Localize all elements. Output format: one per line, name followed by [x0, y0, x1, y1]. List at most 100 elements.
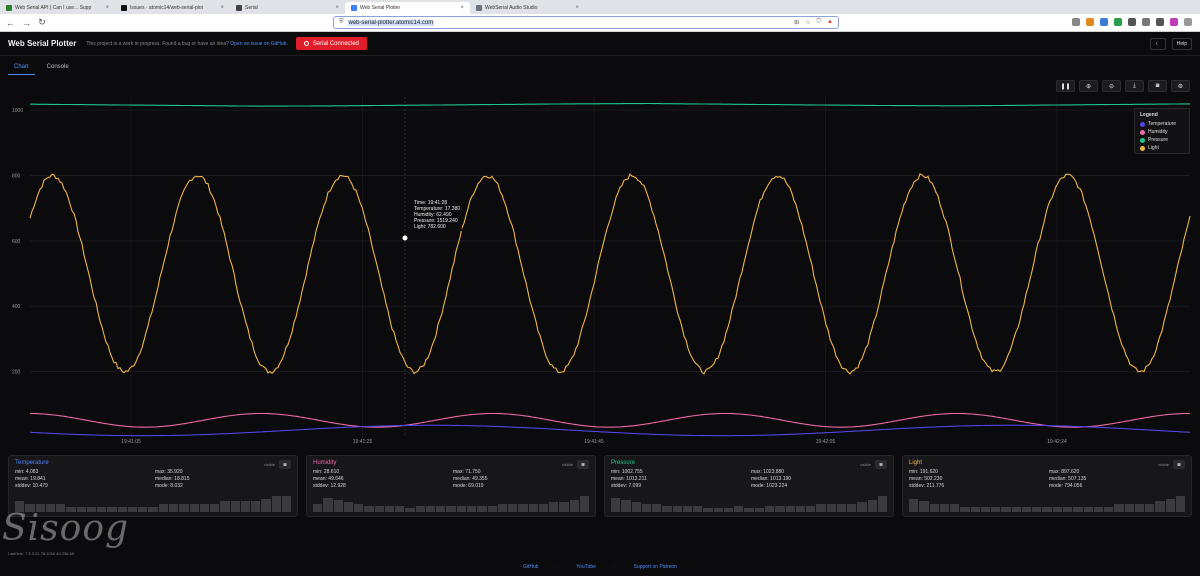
- menu-icon[interactable]: [1184, 18, 1192, 26]
- legend-item[interactable]: Humidity: [1140, 128, 1184, 136]
- histogram-bar: [384, 506, 395, 512]
- histogram-bar: [1021, 506, 1032, 512]
- histogram-bar: [847, 504, 857, 512]
- pause-icon[interactable]: ❚❚: [1056, 80, 1075, 92]
- histogram-bar: [323, 498, 333, 512]
- card-title: Humidity: [313, 460, 337, 466]
- stats-cards: Temperature visible ◙ min: 4.083 max: 35.9…: [8, 455, 1192, 517]
- histogram-bar: [230, 501, 240, 512]
- plot-chart[interactable]: 1000 800 600 400 200 19:41:05 19:41:25 19:41:45…: [0, 92, 1200, 452]
- close-tab-icon[interactable]: ×: [105, 5, 109, 11]
- card-mode[interactable]: visible: [264, 462, 275, 467]
- bookmark-icon[interactable]: ☆: [805, 19, 810, 26]
- histogram-bar: [528, 504, 538, 512]
- browser-tab[interactable]: Issues · atomic14/web-serial-plot ×: [115, 2, 230, 14]
- histogram-bar: [1145, 504, 1155, 512]
- histogram-bar: [939, 504, 950, 512]
- warning-icon[interactable]: ▲: [827, 19, 833, 26]
- histogram-bar: [127, 506, 138, 512]
- tab-chart[interactable]: Chart: [8, 62, 35, 75]
- theme-toggle-button[interactable]: ☾: [1149, 37, 1166, 50]
- stat-mode: mode: 1023.224: [751, 483, 788, 489]
- extension-icon[interactable]: [1114, 18, 1122, 26]
- zoom-in-icon[interactable]: ⊕: [1079, 80, 1098, 92]
- moon-icon: ☾: [1155, 40, 1160, 47]
- card-mode[interactable]: visible: [1158, 462, 1169, 467]
- back-icon[interactable]: ←: [6, 18, 15, 28]
- histogram-bar: [466, 506, 477, 512]
- y-tick-label: 800: [12, 173, 21, 179]
- browser-tab[interactable]: Serial ×: [230, 2, 345, 14]
- tab-label: Web Serial Plotter: [360, 5, 401, 11]
- histogram: [909, 496, 1186, 512]
- stat-median: median: 49.355: [453, 476, 488, 482]
- serial-connect-button[interactable]: Serial Connected: [295, 37, 367, 50]
- camera-icon[interactable]: ◙: [279, 460, 291, 469]
- x-tick-label: 19:41:05: [121, 439, 141, 445]
- browser-tab-active[interactable]: Web Serial Plotter ×: [345, 2, 470, 14]
- histogram-bar: [672, 506, 682, 512]
- extension-icon[interactable]: [1100, 18, 1108, 26]
- camera-icon[interactable]: ◙: [1148, 80, 1167, 92]
- extension-icon[interactable]: [1170, 18, 1178, 26]
- translate-icon[interactable]: ⊞: [794, 19, 799, 26]
- tab-favicon-icon: [476, 5, 482, 11]
- histogram-bar: [354, 504, 364, 512]
- card-mode[interactable]: visible: [562, 462, 573, 467]
- camera-icon[interactable]: ◙: [875, 460, 887, 469]
- close-tab-icon[interactable]: ×: [575, 5, 579, 11]
- card-mode[interactable]: visible: [860, 462, 871, 467]
- histogram-bar: [158, 504, 168, 512]
- extension-icon[interactable]: [1142, 18, 1150, 26]
- url-text[interactable]: web-serial-plotter.atomic14.com: [347, 19, 435, 26]
- legend-item[interactable]: Light: [1140, 144, 1184, 152]
- github-issue-link[interactable]: Open an issue on GitHub.: [230, 41, 288, 47]
- zoom-out-icon[interactable]: ⊖: [1102, 80, 1121, 92]
- help-button[interactable]: Help: [1171, 37, 1192, 50]
- histogram-bar: [641, 504, 652, 512]
- histogram-bar: [446, 506, 456, 512]
- address-bar[interactable]: ⛨ web-serial-plotter.atomic14.com ⊞ ☆ ⛉ …: [333, 16, 839, 29]
- extension-icon[interactable]: [1072, 18, 1080, 26]
- histogram-bar: [271, 496, 281, 512]
- histogram-bar: [364, 506, 374, 512]
- tab-console[interactable]: Console: [41, 62, 75, 75]
- histogram-bar: [877, 496, 888, 512]
- histogram-bar: [569, 500, 579, 512]
- stat-mean: mean: 1013.211: [611, 476, 647, 482]
- histogram-bar: [909, 498, 919, 512]
- settings-icon[interactable]: ⚙: [1171, 80, 1190, 92]
- stat-stddev: stddev: 10.479: [15, 483, 48, 489]
- youtube-link[interactable]: YouTube: [576, 564, 596, 570]
- camera-icon[interactable]: ◙: [1173, 460, 1185, 469]
- reload-icon[interactable]: ↻: [38, 17, 46, 28]
- histogram-bar: [415, 506, 425, 512]
- stat-stddev: stddev: 7.099: [611, 483, 642, 489]
- github-link[interactable]: GitHub: [523, 564, 539, 570]
- patreon-link[interactable]: Support on Patreon: [634, 564, 677, 570]
- forward-icon[interactable]: →: [22, 18, 31, 28]
- close-tab-icon[interactable]: ×: [220, 5, 224, 11]
- browser-tab[interactable]: WebSerial Audio Studio ×: [470, 2, 585, 14]
- browser-tab[interactable]: Web Serial API | Can I use... Supp ×: [0, 2, 115, 14]
- extension-icon[interactable]: [1156, 18, 1164, 26]
- histogram-bar: [579, 496, 590, 512]
- histogram-bar: [785, 506, 795, 512]
- shield-icon[interactable]: ⛉: [817, 19, 822, 26]
- extension-icon[interactable]: [1086, 18, 1094, 26]
- camera-icon[interactable]: ◙: [577, 460, 589, 469]
- tab-favicon-icon: [236, 5, 242, 11]
- legend-label: Light: [1148, 145, 1159, 151]
- histogram-bar: [333, 500, 343, 512]
- download-icon[interactable]: ⤓: [1125, 80, 1144, 92]
- close-tab-icon[interactable]: ×: [335, 5, 339, 11]
- legend-item[interactable]: Pressure: [1140, 136, 1184, 144]
- legend-item[interactable]: Temperature: [1140, 120, 1184, 128]
- extension-icon[interactable]: [1128, 18, 1136, 26]
- close-tab-icon[interactable]: ×: [460, 5, 464, 11]
- series-line-pressure: [30, 102, 1190, 107]
- histogram-bar: [682, 506, 693, 512]
- histogram-bar: [1165, 498, 1175, 512]
- watermark-logo: Sisoog: [2, 508, 130, 549]
- histogram-bar: [497, 504, 508, 512]
